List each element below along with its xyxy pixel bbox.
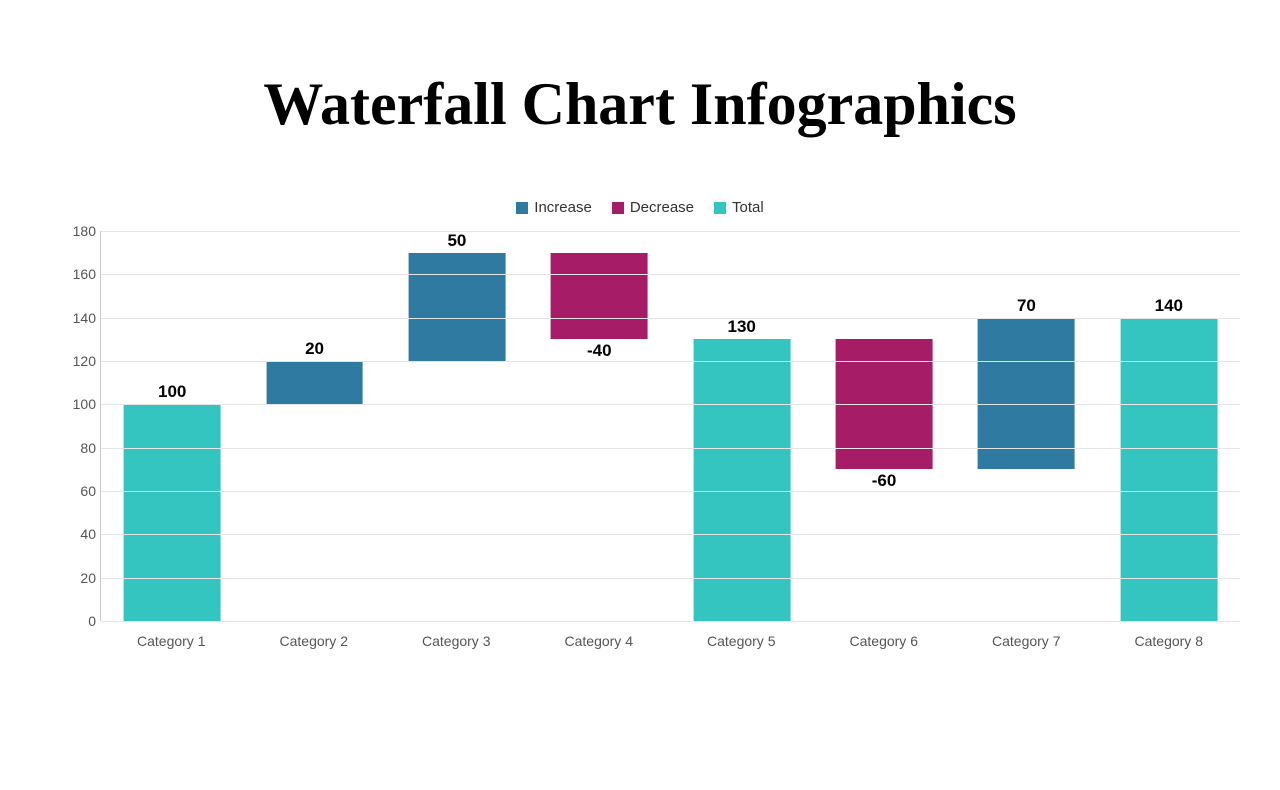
y-tick-label: 180: [60, 223, 96, 239]
chart-legend: Increase Decrease Total: [0, 199, 1280, 216]
y-tick-label: 80: [60, 440, 96, 456]
legend-label: Increase: [534, 199, 592, 216]
legend-label: Total: [732, 199, 764, 216]
x-tick-label: Category 2: [243, 627, 386, 651]
bar-value-label: 100: [158, 382, 186, 402]
gridline: [101, 448, 1240, 449]
bar-total: [124, 404, 221, 621]
gridline: [101, 491, 1240, 492]
bar-increase: [266, 361, 363, 404]
bar-slot: 130: [671, 231, 813, 621]
bar-value-label: 70: [1017, 296, 1036, 316]
legend-label: Decrease: [630, 199, 694, 216]
legend-item-total: Total: [714, 199, 764, 216]
bar-slot: 100: [101, 231, 243, 621]
x-tick-label: Category 8: [1098, 627, 1241, 651]
x-tick-label: Category 6: [813, 627, 956, 651]
gridline: [101, 621, 1240, 622]
square-icon: [714, 202, 726, 214]
y-tick-label: 40: [60, 526, 96, 542]
bar-increase: [409, 253, 506, 361]
gridline: [101, 534, 1240, 535]
y-tick-label: 0: [60, 613, 96, 629]
bar-value-label: 20: [305, 339, 324, 359]
square-icon: [612, 202, 624, 214]
x-tick-label: Category 4: [528, 627, 671, 651]
x-tick-label: Category 3: [385, 627, 528, 651]
gridline: [101, 318, 1240, 319]
bar-total: [1120, 318, 1217, 621]
bar-value-label: 140: [1155, 296, 1183, 316]
x-tick-label: Category 7: [955, 627, 1098, 651]
bar-value-label: -40: [587, 341, 612, 361]
bar-slot: 50: [386, 231, 528, 621]
plot-area: 100 20 50 -40 130 -60 70 140: [100, 231, 1240, 621]
x-tick-label: Category 1: [100, 627, 243, 651]
gridline: [101, 231, 1240, 232]
bar-slot: 20: [243, 231, 385, 621]
bar-slot: -60: [813, 231, 955, 621]
y-tick-label: 140: [60, 310, 96, 326]
legend-item-increase: Increase: [516, 199, 592, 216]
y-tick-label: 60: [60, 483, 96, 499]
waterfall-chart: 1002050-40130-6070140 Category 1Category…: [60, 231, 1240, 651]
bar-value-label: -60: [872, 471, 897, 491]
square-icon: [516, 202, 528, 214]
bars-container: 100 20 50 -40 130 -60 70 140: [101, 231, 1240, 621]
bar-slot: 70: [955, 231, 1097, 621]
page-title: Waterfall Chart Infographics: [0, 70, 1280, 139]
bar-value-label: 50: [447, 231, 466, 251]
bar-total: [693, 339, 790, 621]
legend-item-decrease: Decrease: [612, 199, 694, 216]
bar-slot: -40: [528, 231, 670, 621]
y-tick-label: 100: [60, 396, 96, 412]
y-tick-label: 20: [60, 570, 96, 586]
bar-increase: [978, 318, 1075, 470]
y-tick-label: 160: [60, 266, 96, 282]
gridline: [101, 578, 1240, 579]
gridline: [101, 404, 1240, 405]
bar-slot: 140: [1098, 231, 1240, 621]
gridline: [101, 274, 1240, 275]
bar-decrease: [551, 253, 648, 340]
gridline: [101, 361, 1240, 362]
y-tick-label: 120: [60, 353, 96, 369]
bar-value-label: 130: [728, 317, 756, 337]
x-tick-label: Category 5: [670, 627, 813, 651]
x-axis-labels: Category 1Category 2Category 3Category 4…: [100, 627, 1240, 651]
